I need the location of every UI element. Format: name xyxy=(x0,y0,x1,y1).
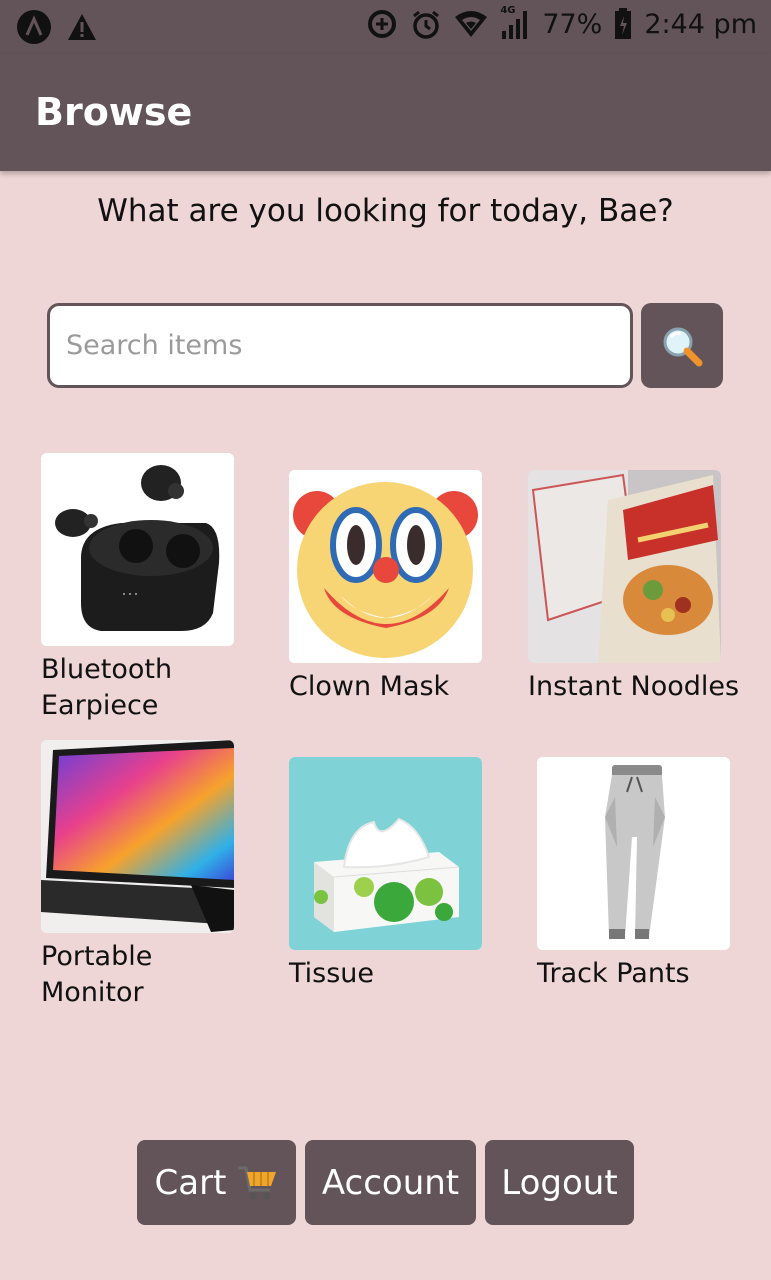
logout-button[interactable]: Logout xyxy=(485,1140,634,1225)
noodles-image[interactable] xyxy=(528,470,721,663)
magnifier-icon xyxy=(663,327,703,366)
product-item-clown-mask[interactable]: Clown Mask xyxy=(289,470,519,705)
earbuds-image[interactable] xyxy=(41,453,234,646)
product-item-portable-monitor[interactable]: Portable Monitor xyxy=(41,740,234,1011)
monitor-image[interactable] xyxy=(41,740,234,933)
logout-label: Logout xyxy=(501,1162,618,1203)
track-pants-image[interactable] xyxy=(537,757,730,950)
data-saver-icon xyxy=(368,10,397,38)
product-label: Track Pants xyxy=(537,958,690,989)
cart-label: Cart xyxy=(154,1162,227,1203)
search-field[interactable] xyxy=(47,303,633,388)
product-label: Clown Mask xyxy=(289,671,450,702)
shopping-cart-icon xyxy=(238,1166,277,1199)
product-label: Tissue xyxy=(289,958,375,989)
search-button[interactable] xyxy=(641,303,723,388)
product-item-instant-noodles[interactable]: Instant Noodles xyxy=(528,470,758,705)
product-label: Instant Noodles xyxy=(528,671,740,702)
app-logo-icon xyxy=(17,10,51,44)
product-item-track-pants[interactable]: Track Pants xyxy=(537,757,767,992)
product-item-tissue[interactable]: Tissue xyxy=(289,757,519,992)
clown-face-image[interactable] xyxy=(289,470,482,663)
tissue-box-image[interactable] xyxy=(289,757,482,950)
greeting-text: What are you looking for today, Bae? xyxy=(97,193,674,229)
product-item-bluetooth-earpiece[interactable]: Bluetooth Earpiece xyxy=(41,453,234,724)
network-type: 4G xyxy=(500,5,516,16)
cart-button[interactable]: Cart xyxy=(137,1140,296,1225)
account-label: Account xyxy=(321,1162,460,1203)
cell-signal: 4G xyxy=(500,5,530,39)
warning-icon xyxy=(68,14,96,40)
clock: 2:44 pm xyxy=(644,8,757,40)
product-label: Portable Monitor xyxy=(41,941,153,1008)
search-input[interactable] xyxy=(66,330,614,361)
account-button[interactable]: Account xyxy=(305,1140,476,1225)
wifi-icon xyxy=(455,11,488,37)
app-bar: Browse xyxy=(0,54,771,171)
battery-icon xyxy=(615,8,632,39)
battery-percent: 77% xyxy=(542,8,603,40)
product-label: Bluetooth Earpiece xyxy=(41,654,173,721)
page-title: Browse xyxy=(35,90,193,134)
alarm-icon xyxy=(413,10,440,39)
status-bar: 4G 77% 2:44 pm xyxy=(0,0,771,54)
